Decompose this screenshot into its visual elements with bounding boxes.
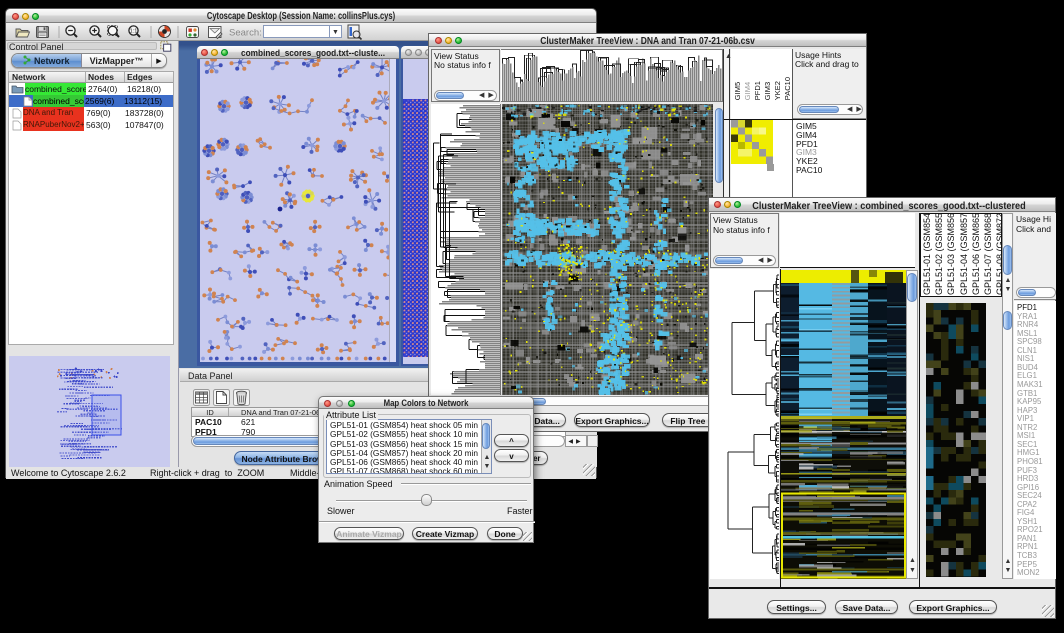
svg-text:1:1: 1:1 — [130, 29, 138, 35]
svg-text:Search:: Search: — [229, 28, 262, 39]
